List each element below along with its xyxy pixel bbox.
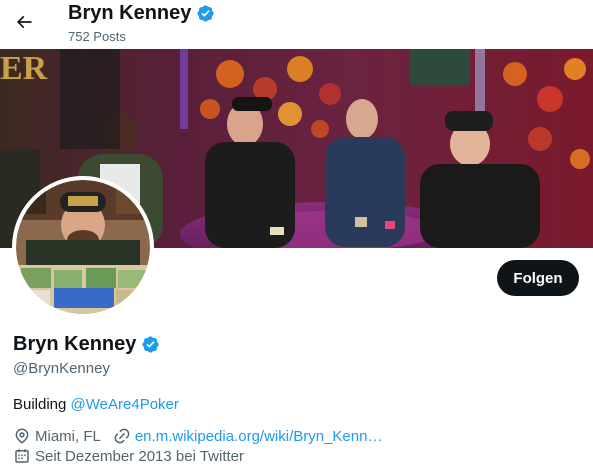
- profile-bio: Building @WeAre4Poker: [13, 396, 179, 413]
- verified-badge-icon: [197, 5, 214, 22]
- joined-row: Seit Dezember 2013 bei Twitter: [13, 447, 244, 465]
- website-link[interactable]: en.m.wikipedia.org/wiki/Bryn_Kenn…: [135, 428, 383, 445]
- avatar-image: [16, 180, 150, 314]
- post-count: 752 Posts: [68, 29, 126, 44]
- link-icon: [113, 427, 131, 445]
- profile-name-row: Bryn Kenney: [13, 333, 160, 356]
- follow-button[interactable]: Folgen: [497, 260, 579, 296]
- verified-badge-icon[interactable]: [141, 335, 160, 354]
- location-pin-icon: [13, 427, 31, 445]
- profile-handle: @BrynKenney: [13, 360, 110, 377]
- svg-text:ER: ER: [0, 50, 48, 87]
- location-item: Miami, FL: [13, 427, 101, 445]
- bio-text: Building: [13, 396, 71, 413]
- bio-mention-link[interactable]: @WeAre4Poker: [71, 396, 179, 413]
- profile-avatar[interactable]: [12, 176, 154, 318]
- back-button[interactable]: [8, 6, 40, 38]
- header-name: Bryn Kenney: [68, 2, 192, 24]
- calendar-icon: [13, 447, 31, 465]
- top-bar: Bryn Kenney 752 Posts: [0, 0, 593, 49]
- profile-name: Bryn Kenney: [13, 333, 137, 355]
- joined-text: Seit Dezember 2013 bei Twitter: [35, 447, 244, 465]
- header-name-row: Bryn Kenney: [68, 2, 215, 25]
- website-item: en.m.wikipedia.org/wiki/Bryn_Kenn…: [113, 427, 383, 445]
- location-text: Miami, FL: [35, 427, 101, 445]
- profile-meta-row: Miami, FL en.m.wikipedia.org/wiki/Bryn_K…: [13, 427, 394, 445]
- arrow-left-icon: [16, 15, 32, 29]
